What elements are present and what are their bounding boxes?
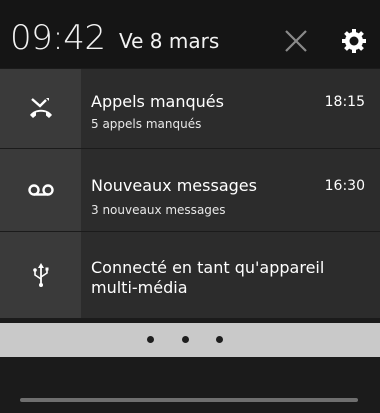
notification-new-messages[interactable]: Nouveaux messages 3 nouveaux messages 16… [0, 149, 380, 231]
clock-time: 09:42 [10, 18, 106, 58]
gear-icon[interactable] [341, 28, 367, 54]
notification-time: 16:30 [324, 178, 365, 194]
notification-title: Connecté en tant qu'appareil multi-média [91, 258, 325, 297]
voicemail-icon [0, 149, 81, 231]
drag-handle[interactable] [20, 398, 358, 402]
bottom-area [0, 357, 380, 413]
date-label: Ve 8 mars [119, 29, 220, 53]
close-icon[interactable] [283, 28, 309, 54]
notification-usb-connection[interactable]: Connecté en tant qu'appareil multi-média [0, 232, 380, 318]
page-dot[interactable] [182, 336, 189, 343]
usb-icon [0, 232, 81, 318]
page-indicator[interactable] [0, 323, 380, 357]
notification-time: 18:15 [324, 94, 365, 110]
page-dot[interactable] [147, 336, 154, 343]
notification-title: Nouveaux messages [91, 176, 257, 195]
notification-subtitle: 5 appels manqués [91, 117, 202, 131]
missed-call-icon [0, 69, 81, 148]
notification-missed-calls[interactable]: Appels manqués 5 appels manqués 18:15 [0, 69, 380, 148]
page-dot[interactable] [216, 336, 223, 343]
status-header: 09:42 Ve 8 mars [0, 0, 380, 68]
notification-title: Appels manqués [91, 92, 224, 111]
notification-subtitle: 3 nouveaux messages [91, 203, 226, 217]
